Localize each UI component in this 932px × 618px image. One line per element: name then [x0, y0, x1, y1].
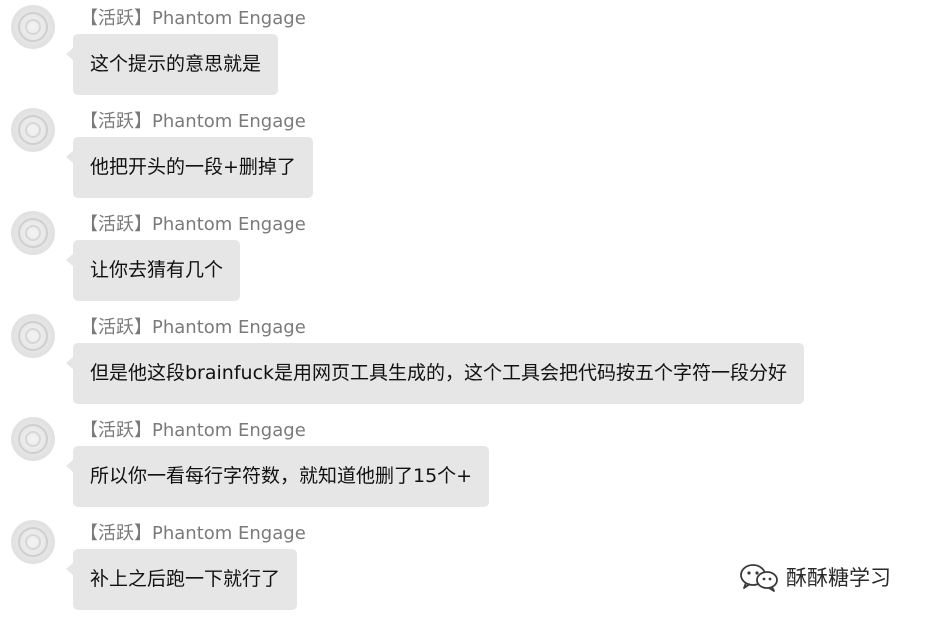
- watermark: 酥酥糖学习: [738, 562, 891, 592]
- sender-name: 【活跃】Phantom Engage: [80, 523, 306, 544]
- watermark-text: 酥酥糖学习: [786, 566, 891, 590]
- message-bubble: 补上之后跑一下就行了: [65, 549, 298, 610]
- message-bubble: 所以你一看每行字符数，就知道他删了15个+: [65, 446, 490, 507]
- chat-message: 【活跃】Phantom Engage 这个提示的意思就是: [0, 0, 932, 103]
- avatar[interactable]: [11, 108, 55, 152]
- avatar[interactable]: [11, 417, 55, 461]
- message-bubble: 这个提示的意思就是: [65, 34, 279, 95]
- message-bubble: 但是他这段brainfuck是用网页工具生成的，这个工具会把代码按五个字符一段分…: [65, 343, 805, 404]
- wechat-icon: [740, 564, 778, 592]
- avatar[interactable]: [11, 211, 55, 255]
- avatar-pattern-icon: [18, 527, 48, 557]
- avatar[interactable]: [11, 314, 55, 358]
- avatar-pattern-icon: [18, 115, 48, 145]
- chat-message: 【活跃】Phantom Engage 但是他这段brainfuck是用网页工具生…: [0, 309, 932, 412]
- chat-message: 【活跃】Phantom Engage 让你去猜有几个: [0, 206, 932, 309]
- avatar-pattern-icon: [18, 12, 48, 42]
- avatar-pattern-icon: [18, 424, 48, 454]
- avatar[interactable]: [11, 5, 55, 49]
- sender-name: 【活跃】Phantom Engage: [80, 420, 306, 441]
- avatar-pattern-icon: [18, 321, 48, 351]
- sender-name: 【活跃】Phantom Engage: [80, 8, 306, 29]
- avatar-pattern-icon: [18, 218, 48, 248]
- chat-message: 【活跃】Phantom Engage 他把开头的一段+删掉了: [0, 103, 932, 206]
- sender-name: 【活跃】Phantom Engage: [80, 214, 306, 235]
- sender-name: 【活跃】Phantom Engage: [80, 111, 306, 132]
- chat-message: 【活跃】Phantom Engage 所以你一看每行字符数，就知道他删了15个+: [0, 412, 932, 515]
- sender-name: 【活跃】Phantom Engage: [80, 317, 306, 338]
- avatar[interactable]: [11, 520, 55, 564]
- message-bubble: 他把开头的一段+删掉了: [66, 137, 313, 198]
- message-bubble: 让你去猜有几个: [65, 240, 241, 301]
